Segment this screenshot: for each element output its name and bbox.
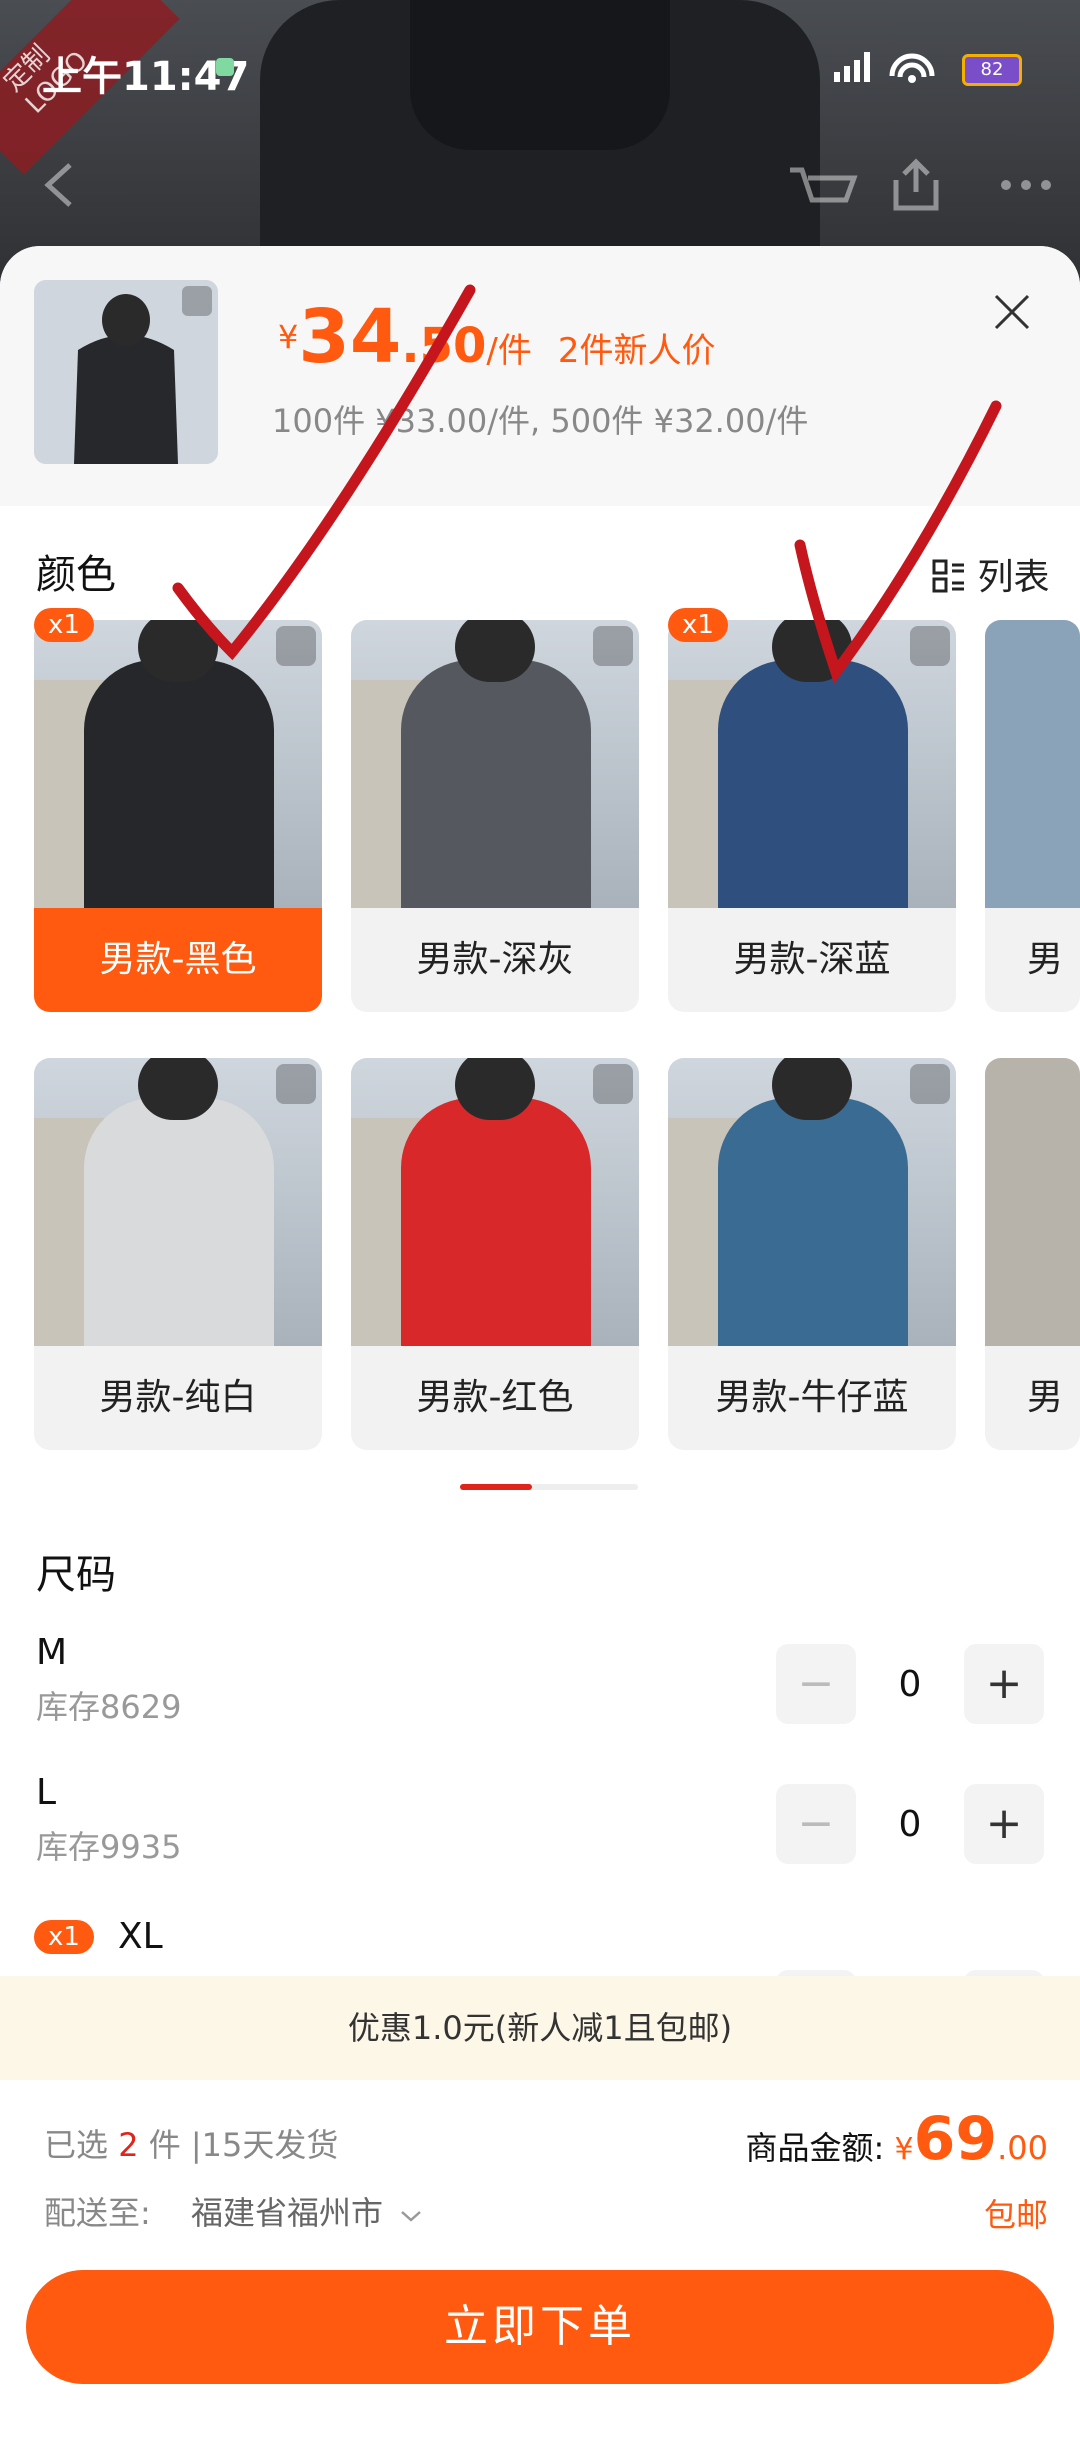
color-option-partial[interactable]: 男 [985, 1058, 1080, 1450]
color-option-red[interactable]: 男款-红色 [351, 1058, 639, 1450]
selected-summary: 已选 2 件 |15天发货 [44, 2120, 338, 2166]
total-decimal: .00 [997, 2129, 1048, 2167]
color-option-dark-blue[interactable]: 男款-深蓝 [668, 620, 956, 1012]
status-bar: 上午11:47 82 [0, 0, 1080, 130]
color-option-label: 男款-牛仔蓝 [715, 1377, 909, 1418]
price-integer: 34 [298, 294, 402, 380]
color-option-white[interactable]: 男款-纯白 [34, 1058, 322, 1450]
size-row-partial: x1 XL − 1 + [0, 1906, 1080, 1982]
cart-icon [790, 167, 858, 203]
color-option-label: 男 [1027, 939, 1064, 980]
quantity-value[interactable]: 0 [870, 1664, 950, 1705]
quantity-value[interactable]: 0 [870, 1804, 950, 1845]
qty-badge: x1 [668, 608, 728, 642]
price-tag: 2件新人价 [557, 331, 716, 371]
expand-icon[interactable] [910, 1064, 950, 1104]
list-icon [932, 559, 964, 593]
color-option-denim-blue[interactable]: 男款-牛仔蓝 [668, 1058, 956, 1450]
qty-badge: x1 [34, 608, 94, 642]
promo-banner: 优惠1.0元(新人减1且包邮) [0, 1976, 1080, 2080]
color-scroll-indicator [460, 1484, 638, 1490]
price-decimal: .50 [401, 318, 487, 374]
nav-bar [0, 140, 1080, 230]
price-currency: ¥ [278, 318, 299, 356]
ship-label: 配送至: [44, 2194, 151, 2232]
size-section-title: 尺码 [36, 1552, 116, 1598]
color-option-label: 男款-红色 [416, 1377, 574, 1418]
color-option-dark-gray[interactable]: 男款-深灰 [351, 620, 639, 1012]
size-name: L [36, 1772, 57, 1813]
color-option-black[interactable]: 男款-黑色 [34, 620, 322, 1012]
selected-count: 2 [118, 2126, 139, 2164]
expand-icon[interactable] [276, 1064, 316, 1104]
price-row: ¥34.50/件 2件新人价 [278, 294, 715, 380]
increase-button[interactable]: + [964, 1784, 1044, 1864]
place-order-button[interactable]: 立即下单 [26, 2270, 1054, 2384]
color-option-image [985, 620, 1080, 908]
expand-icon[interactable] [910, 626, 950, 666]
sheet-header: ¥34.50/件 2件新人价 100件 ¥33.00/件, 500件 ¥32.00… [0, 246, 1080, 506]
color-option-partial[interactable]: 男 [985, 620, 1080, 1012]
list-view-label: 列表 [977, 557, 1050, 598]
list-view-button[interactable]: 列表 [932, 548, 1049, 600]
expand-icon[interactable] [276, 626, 316, 666]
selected-prefix: 已选 [44, 2126, 109, 2164]
decrease-button[interactable]: − [776, 1784, 856, 1864]
sku-sheet: ¥34.50/件 2件新人价 100件 ¥33.00/件, 500件 ¥32.00… [0, 246, 1080, 2460]
share-icon [893, 158, 939, 211]
expand-icon[interactable] [593, 626, 633, 666]
selected-suffix: 件 |15天发货 [148, 2126, 339, 2164]
color-option-label: 男款-深蓝 [733, 939, 891, 980]
total-amount: 商品金额: ¥69.00 [746, 2104, 1048, 2174]
size-name: XL [118, 1916, 163, 1957]
color-section-title: 颜色 [36, 552, 116, 598]
more-icon [1001, 180, 1011, 190]
color-option-label: 男款-深灰 [416, 939, 574, 980]
signal-icon [830, 46, 950, 90]
back-icon [44, 163, 72, 207]
color-option-label: 男 [1027, 1377, 1064, 1418]
total-label: 商品金额: [745, 2129, 885, 2167]
shipping-address[interactable]: 配送至: 福建省福州市 [44, 2188, 423, 2234]
qty-badge: x1 [34, 1920, 94, 1954]
color-option-label: 男款-纯白 [99, 1377, 257, 1418]
price-unit: /件 [486, 331, 532, 371]
increase-button[interactable]: + [964, 1644, 1044, 1724]
size-stock: 库存9935 [36, 1828, 182, 1866]
color-option-image [985, 1058, 1080, 1346]
free-shipping-label: 包邮 [983, 2196, 1048, 2234]
color-option-label: 男款-黑色 [34, 908, 322, 1012]
close-icon[interactable] [990, 290, 1034, 334]
size-stock: 库存8629 [36, 1688, 182, 1726]
battery-icon: 82 [962, 54, 1022, 86]
total-currency: ¥ [894, 2132, 914, 2167]
order-footer: 已选 2 件 |15天发货 商品金额: ¥69.00 配送至: 福建省福州市 包… [0, 2080, 1080, 2454]
notification-icon [216, 58, 234, 76]
total-integer: 69 [913, 2104, 998, 2174]
decrease-button[interactable]: − [776, 1644, 856, 1724]
chevron-down-icon [401, 2211, 421, 2222]
price-tiers: 100件 ¥33.00/件, 500件 ¥32.00/件 [272, 402, 809, 440]
size-name: M [36, 1632, 68, 1673]
product-thumbnail[interactable] [34, 280, 218, 464]
expand-icon[interactable] [593, 1064, 633, 1104]
ship-city: 福建省福州市 [190, 2194, 383, 2232]
